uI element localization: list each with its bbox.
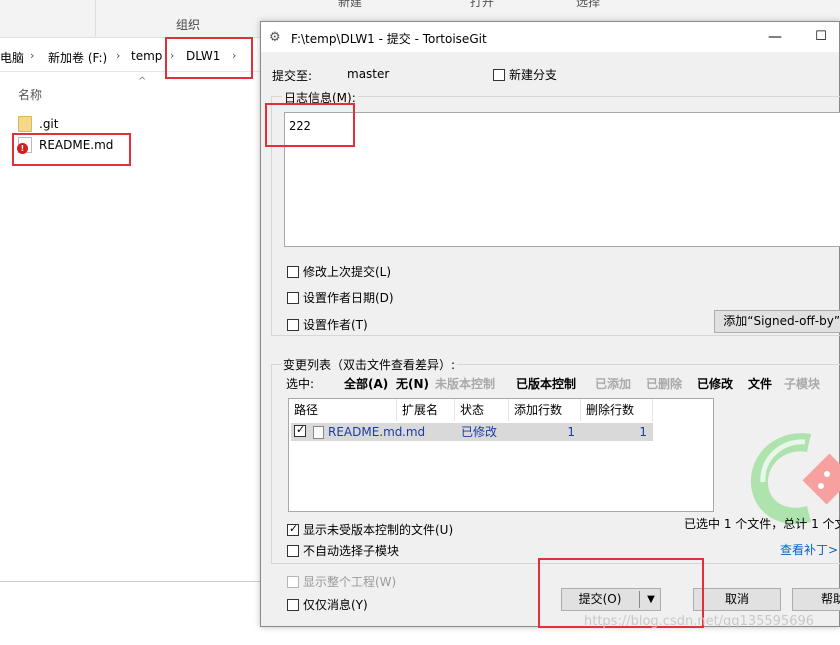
commit-message-text: 222: [289, 119, 311, 133]
no-auto-submodule-checkbox[interactable]: 不自动选择子模块: [287, 542, 399, 559]
column-header-status[interactable]: 状态: [455, 399, 509, 421]
dialog-title: F:\temp\DLW1 - 提交 - TortoiseGit: [291, 32, 487, 46]
commit-dialog: ⚙ F:\temp\DLW1 - 提交 - TortoiseGit — ☐ 提交…: [260, 21, 840, 627]
column-header-deleted-lines[interactable]: 删除行数: [581, 399, 653, 421]
changed-files-list[interactable]: 路径 扩展名 状态 添加行数 删除行数 README.md .md 已修改 1 …: [288, 398, 714, 512]
checkbox-box[interactable]: [493, 68, 505, 81]
amend-checkbox[interactable]: 修改上次提交(L): [287, 263, 391, 280]
checkbox-box[interactable]: [287, 575, 299, 588]
commit-message-input[interactable]: 222: [284, 112, 840, 247]
help-button[interactable]: 帮助: [792, 588, 840, 611]
select-label: 选中:: [286, 377, 315, 391]
dropdown-arrow-icon[interactable]: ▼: [642, 589, 660, 610]
filter-all[interactable]: 全部(A): [344, 375, 388, 392]
row-checkbox[interactable]: [294, 423, 306, 437]
file-name: README.md: [39, 138, 114, 152]
cell-status: 已修改: [461, 425, 498, 439]
checkbox-box[interactable]: [287, 318, 299, 331]
watermark-text: https://blog.csdn.net/qq135595696: [584, 614, 815, 629]
breadcrumb-drive[interactable]: 新加卷 (F:): [48, 49, 107, 66]
sort-arrow-icon[interactable]: ^: [138, 76, 146, 87]
message-only-checkbox[interactable]: 仅仅消息(Y): [287, 596, 368, 613]
file-conflict-icon: !: [17, 137, 32, 154]
split-divider: [639, 591, 640, 608]
tortoisegit-icon: ⚙: [269, 30, 281, 45]
filter-versioned[interactable]: 已版本控制: [516, 375, 576, 392]
ribbon-select-label[interactable]: 选择: [576, 0, 600, 10]
filter-added[interactable]: 已添加: [595, 375, 631, 392]
ribbon-new-label[interactable]: 新建: [338, 0, 362, 10]
breadcrumb[interactable]: 电脑 › 新加卷 (F:) › temp › DLW1 ›: [0, 42, 262, 72]
branch-name: master: [347, 67, 390, 81]
filter-none[interactable]: 无(N): [396, 375, 429, 392]
maximize-button[interactable]: ☐: [807, 24, 835, 50]
column-header-path[interactable]: 路径: [289, 399, 397, 421]
cancel-button[interactable]: 取消: [693, 588, 781, 611]
ribbon-group-organize: 组织: [176, 18, 201, 32]
filter-submodules[interactable]: 子模块: [784, 375, 820, 392]
new-branch-label: 新建分支: [509, 68, 558, 82]
checkbox-box[interactable]: [287, 522, 299, 536]
minimize-button[interactable]: —: [761, 24, 789, 50]
file-name: .git: [39, 117, 59, 131]
cell-added-lines: 1: [567, 425, 575, 439]
commit-to-label: 提交至:: [272, 69, 313, 83]
cell-extension: .md: [402, 425, 426, 439]
chevron-right-icon: ›: [232, 49, 237, 62]
changes-label: 变更列表（双击文件查看差异）:: [281, 356, 458, 373]
filter-modified[interactable]: 已修改: [697, 375, 733, 392]
filter-deleted[interactable]: 已删除: [646, 375, 682, 392]
filter-unversioned[interactable]: 未版本控制: [435, 375, 495, 392]
selection-summary: 已选中 1 个文件，总计 1 个文: [684, 517, 840, 531]
no-auto-submodule-label: 不自动选择子模块: [303, 544, 400, 558]
file-item-git[interactable]: .git: [18, 114, 58, 134]
filter-files[interactable]: 文件: [748, 375, 772, 392]
dialog-titlebar[interactable]: ⚙ F:\temp\DLW1 - 提交 - TortoiseGit — ☐: [261, 22, 839, 52]
commit-button-label: 提交(O): [578, 592, 622, 606]
column-header-added-lines[interactable]: 添加行数: [509, 399, 581, 421]
show-unversioned-checkbox[interactable]: 显示未受版本控制的文件(U): [287, 521, 453, 538]
commit-button[interactable]: 提交(O) ▼: [561, 588, 661, 611]
checkbox-box[interactable]: [287, 265, 299, 278]
document-icon: [313, 426, 324, 439]
set-author-checkbox[interactable]: 设置作者(T): [287, 316, 368, 333]
new-branch-checkbox[interactable]: 新建分支: [493, 66, 557, 83]
column-header-extension[interactable]: 扩展名: [397, 399, 455, 421]
file-item-readme[interactable]: ! README.md: [17, 135, 114, 155]
show-whole-project-label: 显示整个工程(W): [303, 575, 397, 589]
chevron-right-icon: ›: [30, 49, 35, 62]
cell-path: README.md: [328, 425, 403, 439]
checkbox-box[interactable]: [287, 544, 299, 557]
show-unversioned-label: 显示未受版本控制的文件(U): [303, 523, 454, 537]
set-author-date-label: 设置作者日期(D): [303, 291, 394, 305]
column-header-name[interactable]: 名称: [18, 86, 42, 103]
amend-label: 修改上次提交(L): [303, 265, 392, 279]
view-patch-link[interactable]: 查看补丁>: [780, 541, 838, 558]
log-message-label: 日志信息(M):: [282, 89, 358, 106]
table-row[interactable]: README.md .md 已修改 1 1: [291, 423, 653, 441]
breadcrumb-dlw1[interactable]: DLW1: [186, 49, 220, 63]
breadcrumb-computer[interactable]: 电脑: [0, 49, 24, 66]
ribbon-separator: [95, 0, 96, 36]
breadcrumb-temp[interactable]: temp: [131, 49, 162, 63]
chevron-right-icon: ›: [170, 49, 175, 62]
checkbox-box[interactable]: [287, 598, 299, 611]
show-whole-project-checkbox[interactable]: 显示整个工程(W): [287, 573, 396, 590]
file-explorer-window: 电脑 › 新加卷 (F:) › temp › DLW1 › ^ 名称 .git …: [0, 38, 262, 582]
folder-icon: [18, 116, 32, 132]
chevron-right-icon: ›: [116, 49, 121, 62]
checkbox-box[interactable]: [287, 291, 299, 304]
ribbon-open-label[interactable]: 打开: [470, 0, 494, 10]
set-author-label: 设置作者(T): [303, 318, 368, 332]
cell-deleted-lines: 1: [639, 425, 647, 439]
signed-off-by-button[interactable]: 添加“Signed-off-by”(: [714, 310, 840, 333]
set-author-date-checkbox[interactable]: 设置作者日期(D): [287, 289, 394, 306]
message-only-label: 仅仅消息(Y): [303, 598, 368, 612]
